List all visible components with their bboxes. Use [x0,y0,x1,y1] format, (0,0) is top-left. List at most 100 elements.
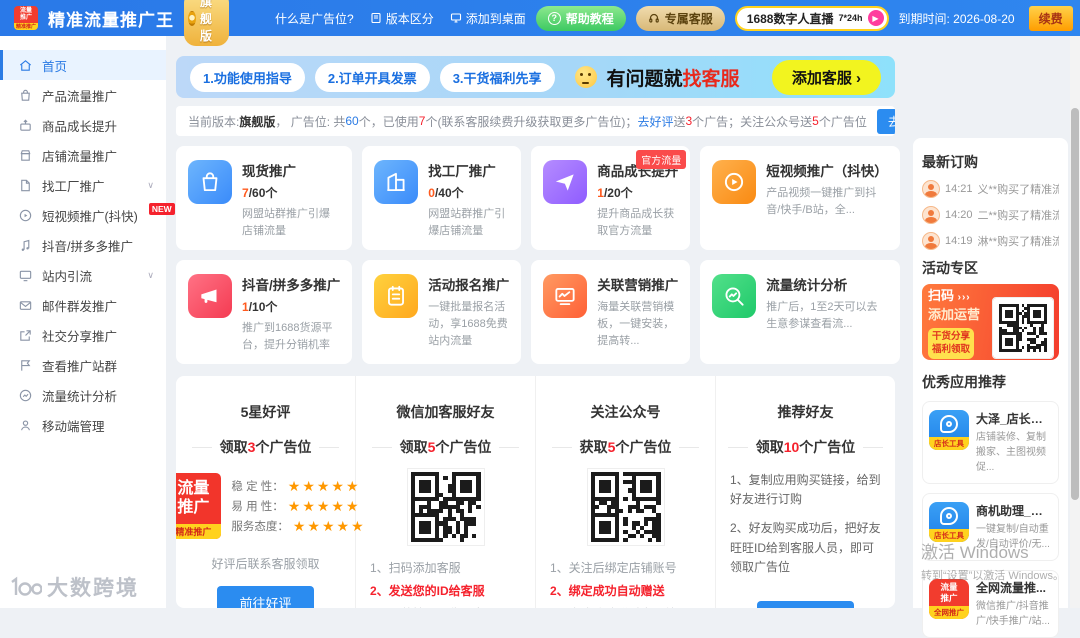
follow-button[interactable]: 去关注 [877,109,895,134]
sidebar-item-site-group[interactable]: 查看推广站群 [0,350,166,380]
app-desc: 一键复制/自动重发/自动评价/无... [976,522,1052,552]
count-total: /60个 [249,186,278,200]
sub-pre: 获取 [580,439,608,455]
notice-text: 个广告；关注公众号送 [692,113,812,130]
card-title: 抖音/拼多多推广 [242,274,340,294]
sidebar-label: 站内引流 [42,266,92,285]
order-time: 14:19 [945,235,973,247]
rating-row: 稳 定 性：★★★★★ [231,478,365,495]
card-title: 流量统计分析 [766,274,888,294]
sidebar-item-onsite-traffic[interactable]: 站内引流 ∨ [0,260,166,290]
sidebar-label: 邮件群发推广 [42,296,117,315]
topbar-menu: 什么是广告位? 版本区分 添加到桌面 [275,10,526,27]
card-spot-promo[interactable]: 现货推广 7/60个 网盟站群推广引爆店铺流量 [176,146,352,250]
sidebar-item-goods-growth[interactable]: 商品成长提升 [0,110,166,140]
sidebar-item-mobile-manage[interactable]: 移动端管理 [0,410,166,440]
menu-add-to-desktop[interactable]: 添加到桌面 [450,10,526,27]
mail-icon [18,298,33,313]
card-desc: 推广到1688货源平台，提升分销机率 [242,320,340,354]
sidebar-item-home[interactable]: 首页 [0,50,166,80]
go-review-button[interactable]: 前往好评 [217,586,313,608]
shop-icon [18,148,33,163]
order-text: 淋**购买了精准流量推... [978,233,1059,249]
menu-what-is-adslot[interactable]: 什么是广告位? [275,10,354,27]
activity-banner[interactable]: 扫码 ››› 添加运营 干货分享福利领取 [922,284,1059,360]
copy-link-button[interactable]: 复制链接 [757,601,853,608]
card-related-marketing[interactable]: 关联营销推广 海量关联营销模板，一键安装，提高转... [531,260,690,364]
sidebar-label: 社交分享推广 [42,326,117,345]
go-review-link[interactable]: 去好评 [637,113,673,130]
add-service-button[interactable]: 添加客服 › [772,60,881,95]
logo-text: 流量 [20,8,32,15]
card-desc: 提升商品成长获取官方流量 [597,206,678,240]
logo-text: 推广 [20,15,32,22]
card-desc: 海量关联营销模板，一键安装，提高转... [597,299,678,350]
avatar [922,232,940,250]
growth-icon [18,118,33,133]
vip-service-button[interactable]: 专属客服 [636,6,725,31]
banner-pill-benefits[interactable]: 3.干货福利先享 [440,63,555,92]
sidebar-item-douyin-pdd[interactable]: 抖音/拼多多推广 [0,230,166,260]
card-traffic-stats[interactable]: 流量统计分析 推广后，1至2天可以去生意参谋查看流... [700,260,900,364]
notice-text: 当前版本: [188,113,239,130]
renew-button[interactable]: 续费 [1029,6,1073,31]
count-used: 1 [597,186,604,200]
step: 1、关注后绑定店铺账号 [550,557,701,580]
play-icon [712,160,756,204]
card-activity-signup[interactable]: 活动报名推广 一键批量报名活动，享1688免费站内流量 [362,260,521,364]
question-icon: ? [548,12,561,25]
banner-pill-guide[interactable]: 1.功能使用指导 [190,63,305,92]
live-label: 1688数字人直播 [747,10,834,27]
card-find-factory[interactable]: 找工厂推广 0/40个 网盟站群推广引爆店铺流量 [362,146,521,250]
sidebar-item-product-traffic[interactable]: 产品流量推广 [0,80,166,110]
app-item-daze-shopkeeper[interactable]: 店长工具 大泽_店长工... 店铺装修、复制搬家、主图视频促... [922,401,1059,484]
divider [552,447,572,448]
latest-orders-title: 最新订购 [922,152,1059,172]
live-1688-button[interactable]: 1688数字人直播 7*24h ▶ [735,6,889,31]
menu-label: 添加到桌面 [466,10,526,27]
sub-post: 个广告位 [255,439,311,455]
app-desc: 微信推广/抖音推广/快手推广/站... [976,599,1052,629]
help-tutorial-button[interactable]: ? 帮助教程 [536,6,626,31]
notice-text: 送 [673,113,685,130]
megaphone-icon [188,274,232,318]
badge-line: 福利领取 [932,344,970,355]
menu-version-compare[interactable]: 版本区分 [370,10,434,27]
app-item-biz-assistant[interactable]: 店长工具 商机助理_店... 一键复制/自动重发/自动评价/无... [922,493,1059,561]
help-label: 帮助教程 [566,10,614,27]
card-goods-growth[interactable]: 官方流量 商品成长提升 1/20个 提升商品成长获取官方流量 [531,146,690,250]
bag-icon [188,160,232,204]
sidebar-item-social-share[interactable]: 社交分享推广 [0,320,166,350]
vertical-scrollbar[interactable] [1070,36,1080,608]
scrollbar-thumb[interactable] [1071,108,1079,500]
card-count: 7/60个 [242,184,340,201]
building-icon [374,160,418,204]
sidebar-item-shop-traffic[interactable]: 店铺流量推广 [0,140,166,170]
card-desc: 网盟站群推广引爆店铺流量 [428,206,509,240]
right-panel-card: 最新订购 14:21 义**购买了精准流量推... 14:20 二**购买了精准… [913,138,1068,608]
step: 2、好友购买成功后，把好友旺旺ID给到客服人员，即可领取广告位 [730,519,881,577]
sidebar: 首页 产品流量推广 商品成长提升 店铺流量推广 找工厂推广 ∨ 短视频推广(抖快… [0,36,166,608]
sidebar-item-find-factory[interactable]: 找工厂推广 ∨ [0,170,166,200]
app-logo-icon: 流量推广 精准推广 [14,6,38,30]
activity-text: 扫码 ››› 添加运营 干货分享福利领取 [928,285,988,360]
arrows: ››› [958,292,971,303]
card-short-video[interactable]: 短视频推广（抖快） 产品视频一键推广到抖音/快手/B站，全... [700,146,900,250]
notice-text: 个(联系客服续费升级获取更多广告位)； [425,113,637,130]
star-icons: ★★★★★ [288,498,361,515]
count-total: /10个 [249,300,278,314]
sidebar-label: 首页 [42,56,67,75]
app-item-allnet-traffic[interactable]: 流量推广 全网推广 全网流量推... 微信推广/抖音推广/快手推广/站... [922,570,1059,638]
count-total: /20个 [604,186,633,200]
app-icon-d-logo: 店长工具 [929,502,969,542]
logo-text: 流量 [940,582,957,592]
card-douyin-pdd[interactable]: 抖音/拼多多推广 1/10个 推广到1688货源平台，提升分销机率 [176,260,352,364]
banner-pill-invoice[interactable]: 2.订单开具发票 [315,63,430,92]
step: 1、扫码添加客服 [370,557,521,580]
app-info: 商机助理_店... 一键复制/自动重发/自动评价/无... [976,502,1052,552]
sidebar-item-email-blast[interactable]: 邮件群发推广 [0,290,166,320]
sidebar-item-short-video[interactable]: 短视频推广(抖快) NEW [0,200,166,230]
promo-wechat: 微信加客服好友 领取5个广告位 1、扫码添加客服 2、发送您的ID给客服 3、运… [356,376,536,608]
rating-row: 易 用 性：★★★★★ [231,498,365,515]
sidebar-item-traffic-stats[interactable]: 流量统计分析 [0,380,166,410]
